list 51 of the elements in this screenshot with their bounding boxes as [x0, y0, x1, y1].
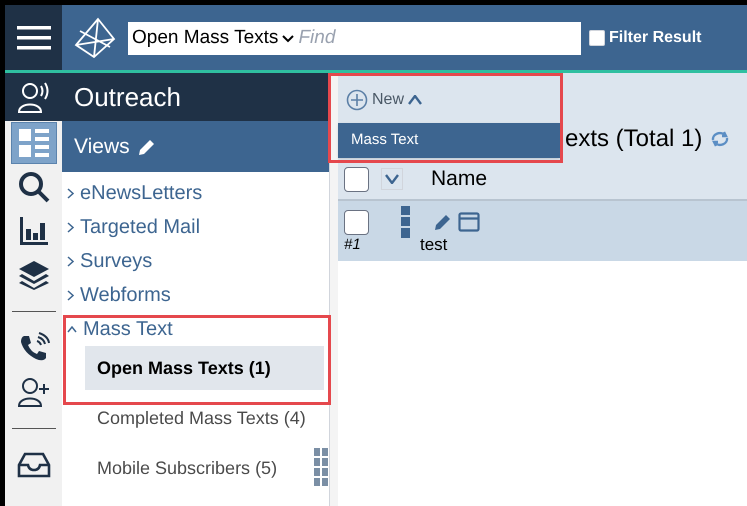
row-checkbox[interactable]	[344, 210, 369, 234]
search-bar[interactable]: Open Mass Texts Find	[128, 22, 581, 55]
menu-button[interactable]	[5, 5, 62, 70]
search-field[interactable]: Find	[298, 24, 577, 53]
drag-handle-icon[interactable]	[401, 206, 410, 238]
column-header[interactable]: Name	[431, 163, 488, 195]
new-button[interactable]: New	[342, 81, 426, 119]
chevron-down-icon	[385, 174, 399, 184]
pencil-icon[interactable]	[434, 213, 452, 231]
logo-icon	[74, 16, 116, 58]
pencil-icon[interactable]	[138, 138, 156, 156]
select-all-checkbox[interactable]	[344, 166, 369, 192]
window-icon[interactable]	[458, 212, 480, 232]
views-rail-button[interactable]	[10, 122, 56, 164]
nav-subitem[interactable]: Mobile Subscribers (5)	[85, 446, 324, 490]
chevron-right-icon	[67, 188, 74, 198]
chevron-down-icon	[282, 34, 294, 42]
nav-item[interactable]: Targeted Mail	[62, 210, 329, 244]
nav-item[interactable]: Surveys	[62, 244, 329, 278]
plus-circle-icon	[346, 89, 368, 111]
filter-label: Filter Result	[609, 28, 702, 48]
chevron-right-icon	[67, 290, 74, 300]
chevron-up-icon	[408, 95, 422, 105]
row-number: #1	[344, 234, 362, 254]
nav-item[interactable]: Webforms	[62, 278, 329, 312]
refresh-icon[interactable]	[710, 131, 730, 147]
speaking-person-icon[interactable]	[16, 80, 50, 114]
view-selector[interactable]: Open Mass Texts	[132, 24, 294, 53]
menu-icon	[16, 24, 50, 52]
chevron-right-icon	[67, 256, 74, 266]
filter-checkbox[interactable]	[589, 30, 605, 46]
search-icon	[18, 171, 50, 203]
nav-item[interactable]: Mass Text	[62, 312, 329, 346]
table-cell-text: test	[420, 234, 448, 256]
page-heading: exts (Total 1)	[565, 124, 702, 154]
menu-item[interactable]: Mass Text	[338, 123, 560, 158]
chevron-up-icon	[67, 326, 77, 332]
nav-subitem[interactable]: Completed Mass Texts (4)	[85, 396, 324, 440]
bar-chart-icon	[18, 215, 50, 247]
layers-icon	[18, 260, 50, 290]
inbox-icon	[16, 452, 50, 478]
nav-item[interactable]: eNewsLetters	[62, 176, 329, 210]
add-person-icon	[16, 376, 50, 408]
chevron-right-icon	[67, 222, 74, 232]
nav-subitem[interactable]: Open Mass Texts (1)	[85, 346, 324, 390]
table-row[interactable]: #1 test	[338, 201, 747, 261]
list-view-icon	[16, 127, 50, 159]
sort-dropdown[interactable]	[381, 168, 403, 190]
views-title: Views	[74, 134, 130, 160]
grid-handle-icon[interactable]	[314, 448, 328, 486]
module-title: Outreach	[74, 80, 181, 114]
